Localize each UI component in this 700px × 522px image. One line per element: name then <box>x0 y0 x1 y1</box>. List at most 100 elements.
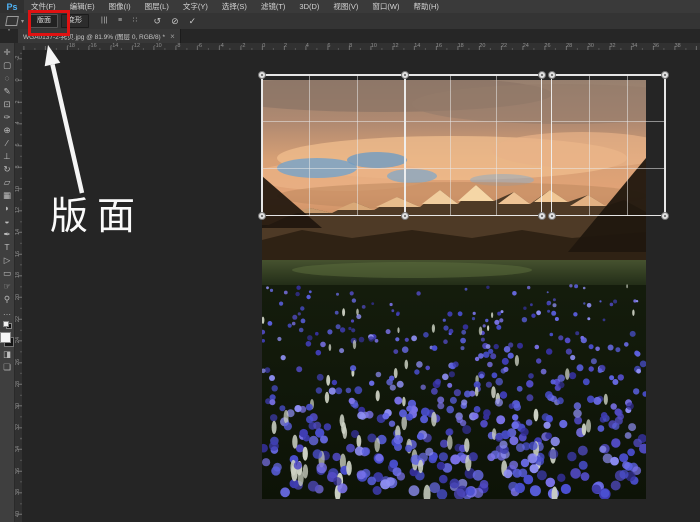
h-ruler-label: 38 <box>675 43 681 49</box>
menu-item-7[interactable]: 3D(D) <box>292 0 326 13</box>
h-ruler-label: 4 <box>306 43 309 49</box>
v-ruler-label: 24 <box>15 333 21 347</box>
commit-icon[interactable]: ✓ <box>184 13 202 29</box>
perspective-warp-tool-icon[interactable]: ▾ <box>6 16 24 26</box>
menu-item-8[interactable]: 视图(V) <box>326 0 365 13</box>
blur-tool[interactable]: ◗ <box>1 202 14 215</box>
warp-pin[interactable] <box>538 71 546 79</box>
warp-pin[interactable] <box>401 212 409 220</box>
menu-item-9[interactable]: 窗口(W) <box>365 0 406 13</box>
v-ruler-label: 4 <box>15 116 21 130</box>
zoom-tool[interactable]: ⚲ <box>1 293 14 306</box>
toolbar-collapse-icon[interactable]: '' <box>0 29 18 43</box>
hand-tool[interactable]: ☞ <box>1 280 14 293</box>
v-ruler-label: 16 <box>15 247 21 261</box>
reset-warp-icon[interactable]: ↺ <box>149 13 167 29</box>
v-ruler-label: 2 <box>15 95 21 109</box>
layout-mode-button[interactable]: 版面 <box>30 14 58 28</box>
h-ruler-label: 6 <box>327 43 330 49</box>
foreground-color-swatch[interactable] <box>0 332 11 343</box>
pen-tool[interactable]: ✒ <box>1 228 14 241</box>
dodge-tool[interactable]: ◒ <box>1 215 14 228</box>
document-image[interactable] <box>262 80 646 499</box>
h-ruler-label: 8 <box>349 43 352 49</box>
warp-tool-glyph <box>5 16 19 26</box>
crop-tool[interactable]: ⊡ <box>1 98 14 111</box>
screen-mode-toggle[interactable]: ❏ <box>1 361 14 374</box>
document-tab[interactable]: WGA0137-2-拷贝.jpg @ 81.9% (图层 0, RGB/8) *… <box>18 29 181 43</box>
document-tab-title: WGA0137-2-拷贝.jpg @ 81.9% (图层 0, RGB/8) * <box>23 31 165 41</box>
annotation-label: 版面 <box>50 194 144 238</box>
h-ruler-label: 30 <box>588 43 594 49</box>
brush-tool[interactable]: ∕ <box>1 137 14 150</box>
menu-item-6[interactable]: 滤镜(T) <box>254 0 293 13</box>
healing-brush-tool[interactable]: ⊕ <box>1 124 14 137</box>
h-ruler-label: 10 <box>371 43 377 49</box>
h-ruler-label: -4 <box>219 43 224 49</box>
warp-pin[interactable] <box>661 212 669 220</box>
warp-mode-button[interactable]: 变形 <box>61 14 89 28</box>
gradient-tool[interactable]: ▦ <box>1 189 14 202</box>
v-ruler-label: -2 <box>15 51 21 65</box>
menu-item-0[interactable]: 文件(F) <box>24 0 63 13</box>
h-ruler-label: 0 <box>262 43 265 49</box>
h-ruler-label: -12 <box>132 43 140 49</box>
default-colors-icon[interactable] <box>3 321 12 329</box>
menu-items: 文件(F)编辑(E)图像(I)图层(L)文字(Y)选择(S)滤镜(T)3D(D)… <box>24 0 446 13</box>
h-ruler-label: 16 <box>436 43 442 49</box>
clone-stamp-tool[interactable]: ⊥ <box>1 150 14 163</box>
warp-pin[interactable] <box>538 212 546 220</box>
v-ruler-label: 30 <box>15 399 21 413</box>
v-ruler-label: 12 <box>15 203 21 217</box>
landscape-photo <box>262 80 646 499</box>
lasso-tool[interactable]: ◌ <box>1 72 14 85</box>
path-select-tool[interactable]: ▷ <box>1 254 14 267</box>
eyedropper-tool[interactable]: ✑ <box>1 111 14 124</box>
menu-item-1[interactable]: 编辑(E) <box>63 0 102 13</box>
type-tool[interactable]: T <box>1 241 14 254</box>
warp-pin[interactable] <box>258 212 266 220</box>
marquee-tool[interactable]: ▢ <box>1 59 14 72</box>
warp-pin[interactable] <box>661 71 669 79</box>
cancel-icon[interactable]: ⊘ <box>166 13 184 29</box>
quick-mask-toggle[interactable]: ◨ <box>1 348 14 361</box>
menu-item-5[interactable]: 选择(S) <box>215 0 254 13</box>
h-ruler-label: 34 <box>631 43 637 49</box>
v-ruler-label: 28 <box>15 377 21 391</box>
quick-select-tool[interactable]: ✎ <box>1 85 14 98</box>
menu-item-2[interactable]: 图像(I) <box>102 0 138 13</box>
h-ruler-label: -10 <box>154 43 162 49</box>
v-ruler-label: 18 <box>15 268 21 282</box>
warp-pin[interactable] <box>548 71 556 79</box>
menu-item-10[interactable]: 帮助(H) <box>407 0 446 13</box>
warp-pin[interactable] <box>258 71 266 79</box>
menu-item-3[interactable]: 图层(L) <box>138 0 176 13</box>
v-ruler-label: 26 <box>15 355 21 369</box>
h-ruler-label: -2 <box>241 43 246 49</box>
rectangle-tool[interactable]: ▭ <box>1 267 14 280</box>
split-grid-icon[interactable]: ∷ <box>128 13 143 29</box>
h-ruler-label: 28 <box>566 43 572 49</box>
move-tool[interactable]: ✛ <box>1 46 14 59</box>
close-icon[interactable]: × <box>170 32 175 41</box>
menu-bar: Ps 文件(F)编辑(E)图像(I)图层(L)文字(Y)选择(S)滤镜(T)3D… <box>0 0 700 14</box>
tab-bar: '' WGA0137-2-拷贝.jpg @ 81.9% (图层 0, RGB/8… <box>0 29 700 44</box>
eraser-tool[interactable]: ▱ <box>1 176 14 189</box>
history-brush-tool[interactable]: ↻ <box>1 163 14 176</box>
more-tools[interactable]: … <box>1 306 14 319</box>
ps-logo[interactable]: Ps <box>0 0 24 13</box>
warp-pin[interactable] <box>548 212 556 220</box>
split-vertical-icon[interactable]: ||| <box>96 13 113 29</box>
action-icons-group: ↺⊘✓ <box>149 13 202 29</box>
color-swatches[interactable] <box>0 332 14 347</box>
v-ruler-label: 0 <box>15 73 21 87</box>
v-ruler-label: 32 <box>15 420 21 434</box>
chevron-down-icon: ▾ <box>21 18 24 25</box>
h-ruler-label: 18 <box>458 43 464 49</box>
warp-pin[interactable] <box>401 71 409 79</box>
split-horizontal-icon[interactable]: ≡ <box>113 13 128 29</box>
v-ruler-label: 40 <box>15 507 21 521</box>
menu-item-4[interactable]: 文字(Y) <box>176 0 215 13</box>
split-icons-group: |||≡∷ <box>96 13 143 29</box>
v-ruler-label: 34 <box>15 442 21 456</box>
